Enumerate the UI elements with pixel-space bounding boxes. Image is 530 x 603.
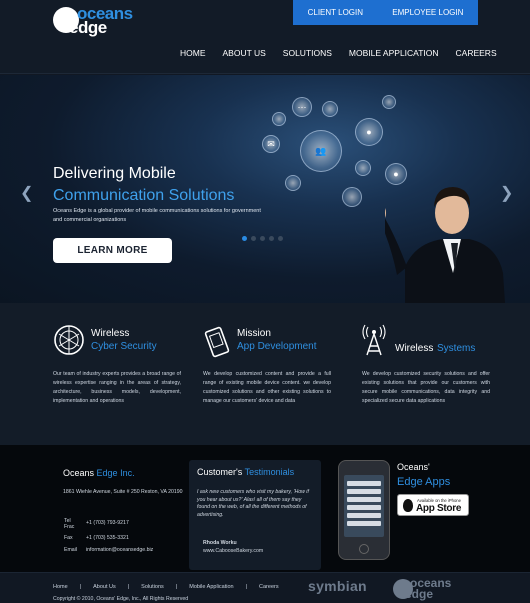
contact-title-white: Oceans [63, 468, 95, 478]
slider-dot-5[interactable] [278, 236, 283, 241]
feature-2-body: We develop customized content and provid… [203, 371, 331, 404]
iphone-image [338, 460, 390, 560]
chat-bubble-icon: ✉ [262, 135, 280, 153]
small-bubble-icon [285, 175, 301, 191]
feature-1-title: Wireless [91, 328, 130, 339]
testimonials-title-white: Customer's [197, 467, 243, 477]
slider-prev-arrow-icon[interactable]: ❮ [20, 183, 33, 203]
people-group-bubble-icon: 👥 [300, 130, 342, 172]
screen-row [347, 513, 381, 518]
contact-address: 1861 Wiehle Avenue, Suite # 250 Reston, … [63, 489, 183, 495]
email-label: Email [64, 547, 77, 553]
hero-title-line1: Delivering Mobile [53, 165, 176, 182]
feature-3-title: Wireless [395, 343, 434, 354]
footer-oceans-edge-logo[interactable]: oceans edge [393, 576, 451, 602]
user-bubble-icon: ● [355, 118, 383, 146]
mobile-device-icon [204, 326, 230, 358]
small-bubble-icon [322, 101, 338, 117]
footer-logo-text-edge: edge [405, 587, 434, 601]
testimonial-url[interactable]: www.CabooseBakery.com [203, 548, 263, 554]
footer-nav-home[interactable]: Home [53, 584, 68, 590]
nav-mobile-application[interactable]: MOBILE APPLICATION [349, 48, 439, 62]
nav-careers[interactable]: CAREERS [456, 48, 497, 62]
apple-icon [403, 499, 413, 512]
footer-nav-about-us[interactable]: About Us [93, 584, 116, 590]
employee-login-link[interactable]: EMPLOYEE LOGIN [392, 8, 463, 17]
feature-3-body: We develop customized security solutions… [362, 371, 490, 404]
tel-value: +1 (703) 793-9217 [86, 520, 129, 526]
footer-nav-careers[interactable]: Careers [259, 584, 279, 590]
symbian-logo: symbian [308, 578, 367, 594]
nav-home[interactable]: HOME [180, 48, 206, 62]
feature-2-title: Mission [237, 328, 271, 339]
app-store-big-text: App Store [416, 503, 462, 514]
feature-1-body: Our team of industry experts provides a … [53, 371, 181, 404]
footer-nav-solutions[interactable]: Solutions [141, 584, 164, 590]
testimonial-author: Rhoda Worku [203, 540, 237, 546]
screen-row [347, 505, 381, 510]
apps-title-line2: Edge Apps [397, 476, 451, 488]
home-button-icon [359, 544, 369, 554]
footer-nav-separator: | [79, 584, 82, 590]
logo-text-edge: edge [69, 18, 107, 37]
network-bubble-icon: ⋯ [292, 97, 312, 117]
testimonials-title: Customer's Testimonials [197, 467, 294, 477]
fax-label: Fax [64, 535, 73, 541]
iphone-screen [344, 475, 384, 537]
slider-dot-1[interactable] [242, 236, 247, 241]
slider-dot-4[interactable] [269, 236, 274, 241]
client-login-link[interactable]: CLIENT LOGIN [308, 8, 363, 17]
globe-network-icon [54, 325, 84, 355]
footer-nav-mobile-application[interactable]: Mobile Application [189, 584, 233, 590]
footer-nav-separator: | [175, 584, 178, 590]
login-bar: CLIENT LOGIN EMPLOYEE LOGIN [293, 0, 478, 25]
screen-row [347, 497, 381, 502]
hero-description: Oceans Edge is a global provider of mobi… [53, 208, 261, 223]
footer-nav-separator: | [127, 584, 130, 590]
testimonials-title-blue: Testimonials [244, 467, 295, 477]
small-bubble-icon [382, 95, 396, 109]
screen-row [347, 521, 381, 526]
oceans-edge-logo[interactable]: oceans edge [53, 4, 143, 40]
feature-2-subtitle: App Development [237, 341, 317, 352]
slider-dot-2[interactable] [251, 236, 256, 241]
contact-title-blue: Edge Inc. [96, 468, 135, 478]
businessman-image [385, 187, 505, 303]
app-store-badge[interactable]: Available on the iPhone App Store [397, 494, 469, 516]
screen-row [347, 481, 381, 486]
radio-tower-icon [362, 324, 386, 356]
fax-value: +1 (703) 535-3321 [86, 535, 129, 541]
footer-nav-separator: | [245, 584, 248, 590]
hero-title-line2: Communication Solutions [53, 187, 235, 204]
slider-next-arrow-icon[interactable]: ❯ [500, 183, 513, 203]
nav-about-us[interactable]: ABOUT US [223, 48, 266, 62]
frac-label: Frac [64, 524, 75, 530]
slider-dot-3[interactable] [260, 236, 265, 241]
feature-3-subtitle: Systems [437, 343, 476, 354]
nav-solutions[interactable]: SOLUTIONS [283, 48, 332, 62]
hero-slider: 👥 ● ⋯ ✉ ● ❮ ❯ Delivering Mobile Communic… [0, 75, 530, 303]
slider-dots [242, 236, 283, 241]
email-link[interactable]: information@oceansedge.biz [86, 547, 153, 553]
screen-row [347, 489, 381, 494]
copyright-text: Copyright © 2010, Oceans' Edge, Inc., Al… [53, 596, 189, 602]
learn-more-button[interactable]: LEARN MORE [53, 238, 172, 263]
footer-nav: Home | About Us | Solutions | Mobile App… [53, 584, 279, 590]
feature-1-subtitle: Cyber Security [91, 341, 157, 352]
apps-title-line1: Oceans' [397, 462, 430, 472]
small-bubble-icon [272, 112, 286, 126]
testimonial-quote: I ask new customers who visit my bakery,… [197, 489, 309, 518]
small-bubble-icon [355, 160, 371, 176]
contact-title: Oceans Edge Inc. [63, 468, 135, 478]
small-bubble-icon [342, 187, 362, 207]
main-nav: HOME ABOUT US SOLUTIONS MOBILE APPLICATI… [180, 48, 497, 62]
